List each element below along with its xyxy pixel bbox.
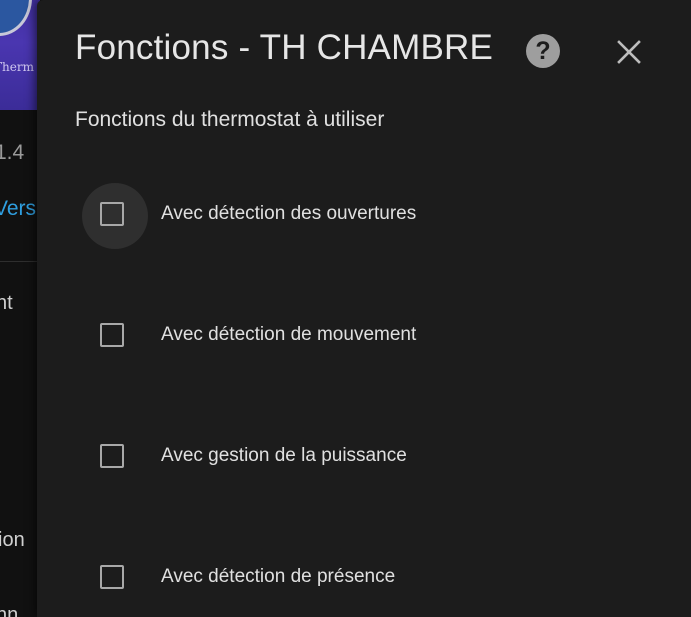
background-menu-item[interactable]: nt	[0, 292, 13, 315]
option-label: Avec gestion de la puissance	[161, 445, 407, 466]
help-glyph: ?	[535, 37, 551, 65]
help-circle-icon[interactable]: ?	[526, 34, 560, 68]
option-label: Avec détection de présence	[161, 566, 396, 587]
checkbox-power-management[interactable]	[100, 444, 124, 468]
option-power-management[interactable]: Avec gestion de la puissance	[82, 425, 642, 491]
section-label: Fonctions du thermostat à utiliser	[75, 108, 385, 131]
background-page: Therm 1.4 Versio nt ion nn	[0, 0, 40, 617]
option-motion-detection[interactable]: Avec détection de mouvement	[82, 304, 642, 370]
option-presence-detection[interactable]: Avec détection de présence	[82, 546, 642, 612]
logo-ring-icon	[0, 0, 32, 36]
checkbox-window-detection[interactable]	[100, 202, 124, 226]
dialog-title: Fonctions - TH CHAMBRE	[75, 28, 494, 67]
option-label: Avec détection des ouvertures	[161, 203, 417, 224]
option-label: Avec détection de mouvement	[161, 324, 417, 345]
background-menu-item[interactable]: nn	[0, 604, 18, 617]
checkbox-motion-detection[interactable]	[100, 323, 124, 347]
logo-text: Therm	[0, 60, 34, 74]
checkbox-presence-detection[interactable]	[100, 565, 124, 589]
close-icon[interactable]	[614, 37, 644, 67]
functions-dialog: Fonctions - TH CHAMBRE ? Fonctions du th…	[37, 0, 691, 617]
version-link[interactable]: Versio	[0, 197, 40, 221]
integration-logo: Therm	[0, 0, 40, 110]
divider	[0, 261, 40, 262]
background-menu-item[interactable]: ion	[0, 529, 25, 552]
version-text: 1.4	[0, 141, 25, 164]
option-window-detection[interactable]: Avec détection des ouvertures	[82, 183, 642, 249]
